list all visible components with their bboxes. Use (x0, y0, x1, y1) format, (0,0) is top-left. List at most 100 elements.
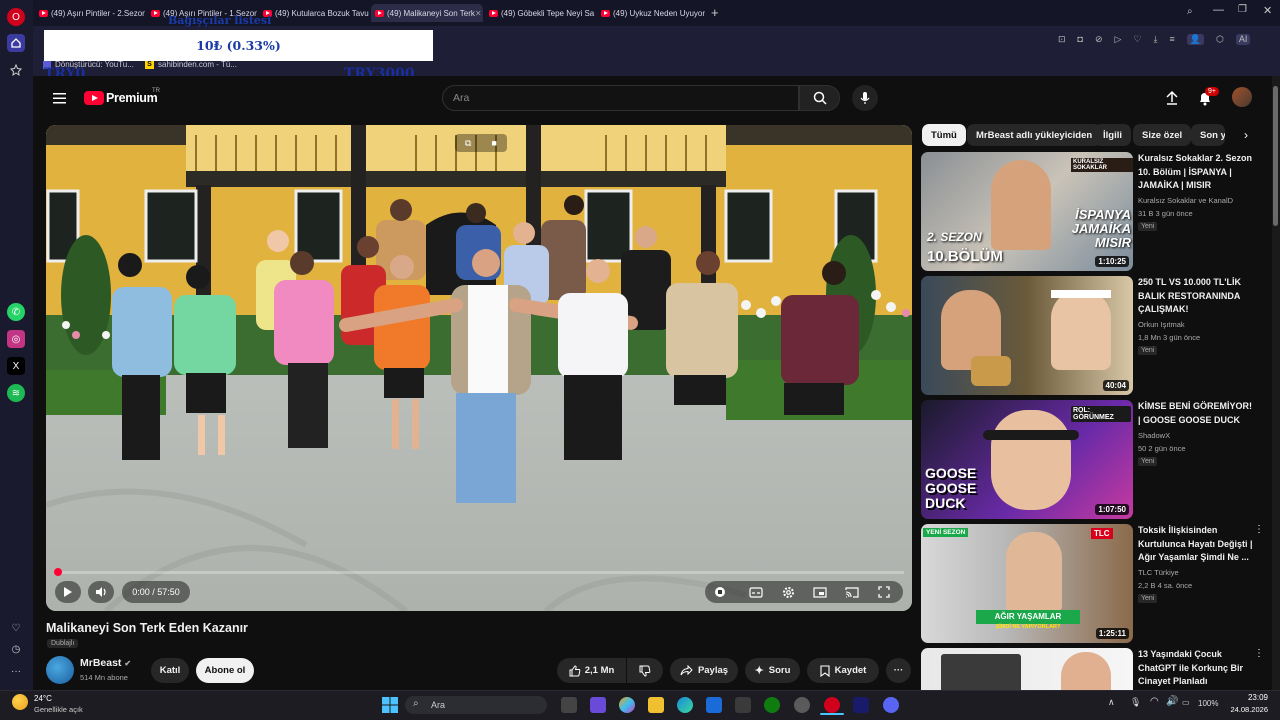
clock-time[interactable]: 23:09 (1230, 693, 1268, 702)
progress-track[interactable] (54, 571, 904, 574)
file-explorer-icon[interactable] (648, 697, 664, 713)
chevron-up-icon[interactable]: ∧ (1108, 697, 1115, 708)
heart-icon[interactable]: ♡ (1133, 34, 1141, 45)
vpn-icon[interactable]: ⊘ (1095, 34, 1103, 45)
camera-icon[interactable]: ■ (492, 138, 497, 148)
save-button[interactable]: Kaydet (807, 658, 879, 683)
settings-app-icon[interactable] (794, 697, 810, 713)
subtitles-button[interactable] (748, 584, 764, 600)
menu-icon[interactable]: ≡ (1170, 34, 1175, 45)
volume-tray-icon[interactable]: 🔊 (1166, 696, 1178, 707)
play-button[interactable] (55, 581, 81, 603)
bookmark-2[interactable]: S sahibinden.com - Tü... (145, 60, 237, 69)
channel-name[interactable]: MrBeast ✔ (80, 657, 131, 669)
share-button[interactable]: Paylaş (670, 658, 738, 683)
teams-icon[interactable] (590, 697, 606, 713)
x-twitter-icon[interactable]: X (7, 357, 25, 375)
download-icon[interactable]: ⤓ (1154, 34, 1158, 45)
maximize-button[interactable]: ❐ (1238, 4, 1247, 15)
related-channel-1[interactable]: Kuralsız Sokaklar ve KanalD (1138, 195, 1263, 206)
copilot-icon[interactable] (619, 697, 635, 713)
play-icon[interactable]: ▷ (1115, 34, 1122, 45)
chip-from-uploader[interactable]: MrBeast adlı yükleyiciden (967, 124, 1102, 146)
battery-icon[interactable]: ▭ (1182, 698, 1190, 707)
discord-icon[interactable] (883, 697, 899, 713)
close-window-button[interactable]: ✕ (1263, 4, 1272, 17)
snapshot-icon[interactable]: ⊡ (1058, 34, 1066, 45)
channel-avatar[interactable] (46, 656, 74, 684)
chip-related[interactable]: İlgili (1094, 124, 1131, 146)
tab-5[interactable]: (49) Göbekli Tepe Neyi Sa (485, 4, 595, 22)
ask-button[interactable]: ✦ Soru (745, 658, 800, 683)
popout-icon[interactable]: ⧉ (465, 138, 471, 149)
wifi-icon[interactable]: ◠ (1150, 696, 1159, 707)
weather-sun-icon[interactable] (12, 694, 28, 710)
more-actions-button[interactable]: ··· (886, 658, 911, 683)
miniplayer-button[interactable] (812, 584, 828, 600)
instagram-icon[interactable]: ◎ (7, 330, 25, 348)
related-title-2[interactable]: 250 TL VS 10.000 TL'LİK BALIK RESTORANIN… (1138, 276, 1256, 317)
related-title-3[interactable]: KİMSE BENİ GÖREMİYOR! | GOOSE GOOSE DUCK (1138, 400, 1256, 427)
voice-search-button[interactable] (852, 85, 878, 111)
settings-button[interactable] (780, 584, 796, 600)
task-view-icon[interactable] (561, 697, 577, 713)
related-title-4[interactable]: Toksik İlişkisinden Kurtulunca Hayatı De… (1138, 524, 1256, 565)
join-button[interactable]: Katıl (151, 658, 189, 683)
related-thumbnail-5[interactable] (921, 648, 1133, 690)
chip-for-you[interactable]: Size özel (1133, 124, 1192, 146)
opera-logo-icon[interactable]: O (7, 8, 25, 26)
video-player[interactable] (46, 125, 912, 611)
close-tab-icon[interactable]: ✕ (475, 9, 482, 18)
related-thumbnail-2[interactable]: 40:04 (921, 276, 1133, 395)
chips-next-button[interactable]: › (1226, 124, 1260, 146)
spotify-icon[interactable]: ≋ (7, 384, 25, 402)
search-input[interactable]: Ara (442, 85, 799, 111)
progress-scrubber[interactable] (54, 568, 62, 576)
home-icon[interactable] (7, 34, 25, 52)
steam-icon[interactable] (853, 697, 869, 713)
minimize-button[interactable]: — (1213, 4, 1224, 16)
scrollbar-thumb[interactable] (1273, 86, 1278, 226)
search-button[interactable] (799, 85, 840, 111)
chip-all[interactable]: Tümü (922, 124, 966, 146)
dislike-button[interactable] (627, 658, 663, 683)
store-icon[interactable] (735, 697, 751, 713)
more-icon[interactable]: ··· (7, 662, 25, 680)
user-avatar[interactable] (1232, 87, 1252, 107)
cast-button[interactable] (844, 584, 860, 600)
related-channel-2[interactable]: Orkun Işıtmak (1138, 319, 1263, 330)
related-thumbnail-1[interactable]: KURALSIZ SOKAKLAR 2. SEZON 10.BÖLÜM İSPA… (921, 152, 1133, 271)
chip-recent[interactable]: Son y (1191, 124, 1225, 146)
related-title-5[interactable]: 13 Yaşındaki Çocuk ChatGPT ile Korkunç B… (1138, 648, 1256, 689)
like-button[interactable]: 2,1 Mn (557, 658, 626, 683)
microphone-icon[interactable]: 🎙 (1130, 697, 1141, 708)
volume-button[interactable] (88, 581, 114, 603)
more-vertical-icon[interactable]: ⋮ (1254, 524, 1264, 535)
history-icon[interactable]: ◷ (7, 640, 25, 658)
tab-4-active[interactable]: (49) Malikaneyi Son Terk ✕ (371, 4, 483, 22)
related-channel-3[interactable]: ShadowX (1138, 430, 1263, 441)
aria-ai-icon[interactable]: AI (1235, 34, 1251, 45)
edge-icon[interactable] (677, 697, 693, 713)
weather-temp[interactable]: 24°C (34, 694, 52, 703)
youtube-logo-icon[interactable] (84, 91, 104, 105)
profile-icon[interactable]: 👤 (1186, 34, 1204, 45)
related-channel-4[interactable]: TLC Türkiye (1138, 567, 1263, 578)
star-icon[interactable] (7, 61, 25, 79)
upload-icon[interactable] (1164, 90, 1180, 106)
related-thumbnail-3[interactable]: GOOSE GOOSE DUCK ROL: GÖRÜNMEZ 1:07:50 (921, 400, 1133, 519)
vscode-icon[interactable] (706, 697, 722, 713)
tab-1[interactable]: (49) Aşırı Pintiler - 2.Sezon (35, 4, 145, 22)
tab-6[interactable]: (49) Uykuz Neden Uyuyor (597, 4, 707, 22)
subscribe-button[interactable]: Abone ol (196, 658, 254, 683)
new-tab-button[interactable]: + (711, 6, 719, 19)
opera-taskbar-icon[interactable] (824, 697, 840, 713)
windows-start-icon[interactable] (382, 697, 398, 713)
hamburger-menu-icon[interactable] (53, 91, 67, 104)
xbox-icon[interactable] (764, 697, 780, 713)
search-tabs-icon[interactable]: ⌕ (1187, 6, 1193, 17)
whatsapp-icon[interactable]: ✆ (7, 303, 25, 321)
taskbar-search-box[interactable]: ⌕ Ara (405, 696, 547, 714)
tab-3[interactable]: (49) Kutularca Bozuk Tavuk (259, 4, 369, 22)
heart-icon[interactable]: ♡ (7, 619, 25, 637)
